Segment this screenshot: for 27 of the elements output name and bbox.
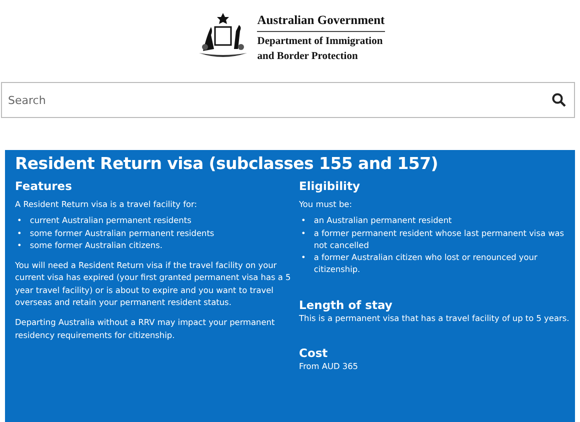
bullet-item: an Australian permanent resident [314,214,452,227]
bullet-mark: • [301,226,306,240]
department-name: Department of Immigration and Border Protection [257,35,384,64]
search-icon[interactable] [552,93,566,107]
search-input[interactable]: Search [8,90,552,110]
bullet-mark: • [301,214,306,227]
bullet-item: some former Australian citizens. [30,238,162,252]
search-field[interactable]: Search [1,82,575,118]
bullet-item: a former Australian citizen who lost or renounced your citizenship. [314,251,538,276]
section-text: This is a permanent visa that has a travel facility of up to 5 years. [299,312,570,324]
intro-text: A Resident Return visa is a travel facility for: [15,198,198,210]
section-heading: Cost [299,346,329,360]
section-heading: Eligibility [299,179,361,193]
section-text: From AUD 365 [299,360,360,372]
bullet-item: some former Australian permanent residents [30,226,214,239]
bullet-mark: • [17,226,22,239]
intro-text: You must be: [299,198,353,210]
bullet-mark: • [17,238,22,252]
bullet-mark: • [17,214,22,227]
bullet-item: current Australian permanent residents [30,214,192,227]
section-heading: Length of stay [299,298,394,312]
government-name: Australian Government [257,13,385,32]
paragraph: Departing Australia without a RRV may impact your permanent residency requirements for citizenship. [15,316,276,341]
bullet-mark: • [301,251,306,264]
paragraph: You will need a Resident Return visa if the travel facility on your current visa has expired (your first granted permanent visa has a 5 year travel facility) or is about to expire and you want to travel overseas and retain your permanent resident status. [15,259,291,308]
section-heading: Features [15,179,73,193]
visa-title: Resident Return visa (subclasses 155 and 157) [15,154,440,173]
